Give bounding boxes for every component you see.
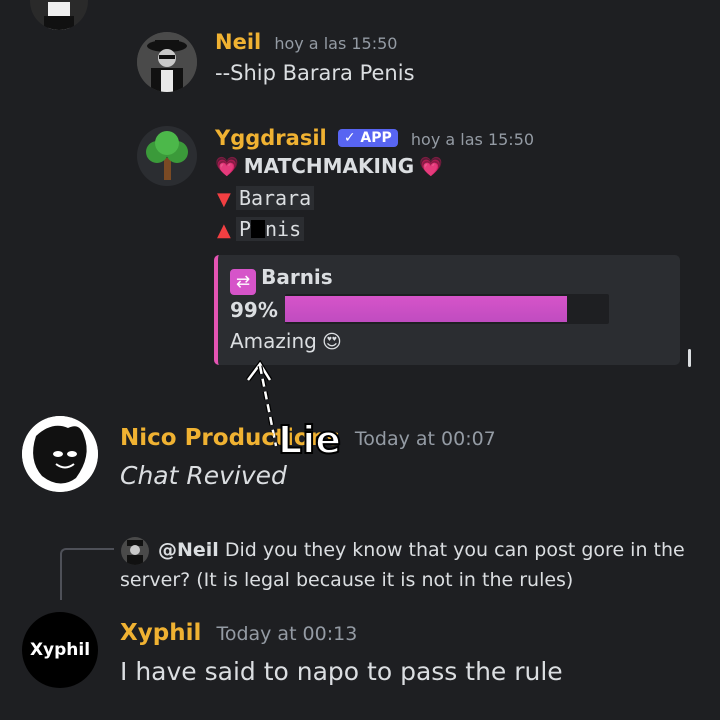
reply-mention[interactable]: @Neil	[158, 539, 219, 561]
match-progress-fill	[285, 296, 568, 322]
ship-line-1: ▼ Barara	[217, 186, 315, 210]
ship-name-1: Barara	[235, 186, 315, 210]
neil-avatar[interactable]	[137, 32, 197, 92]
avatar-figure-icon	[44, 2, 74, 30]
xyphil-avatar[interactable]: Xyphil	[22, 612, 98, 688]
embed-title-row: ⇄ Barnis	[230, 265, 333, 295]
match-verdict: Amazing	[230, 329, 317, 353]
xyphil-username[interactable]: Xyphil	[120, 620, 201, 646]
neil-message-text: --Ship Barara Penis	[215, 61, 415, 85]
shuffle-icon: ⇄	[230, 269, 256, 295]
nico-message-text: Chat Revived	[120, 461, 287, 490]
neil-avatar-icon	[137, 32, 197, 92]
yggdrasil-timestamp: hoy a las 15:50	[410, 130, 535, 149]
match-percent: 99%	[230, 298, 278, 322]
xyphil-avatar-label: Xyphil	[29, 640, 91, 660]
neil-timestamp: hoy a las 15:50	[274, 34, 398, 53]
reply-preview-line-1[interactable]: @Neil Did you they know that you can pos…	[158, 539, 685, 561]
heart-icon: 💗	[215, 156, 239, 178]
previous-user-avatar[interactable]	[30, 0, 88, 30]
heart-eyes-icon: 😍	[321, 331, 342, 353]
reply-avatar-icon	[127, 540, 143, 565]
heart-icon: 💗	[419, 156, 443, 178]
xyphil-message-text: I have said to napo to pass the rule	[120, 657, 563, 686]
app-badge: ✓ APP	[337, 129, 398, 147]
yggdrasil-avatar[interactable]	[137, 126, 197, 186]
yggdrasil-username[interactable]: Yggdrasil	[215, 126, 327, 150]
xyphil-timestamp: Today at 00:13	[216, 623, 358, 645]
reply-text-2: server? (It is legal because it is not i…	[120, 569, 574, 591]
nico-timestamp: Today at 00:07	[354, 428, 496, 450]
reply-connector	[60, 548, 114, 600]
ship-name-2: Pnis	[235, 217, 305, 241]
redaction-block	[250, 220, 265, 238]
xyphil-header: Xyphil Today at 00:13	[120, 620, 357, 646]
yggdrasil-header: Yggdrasil ✓ APP hoy a las 15:50	[215, 126, 534, 150]
neil-username[interactable]: Neil	[215, 30, 261, 54]
match-embed: ⇄ Barnis 99% Amazing 😍	[214, 255, 680, 365]
nico-avatar[interactable]	[22, 416, 98, 492]
match-progress-bar	[285, 294, 609, 324]
scrollbar-thumb[interactable]	[688, 349, 691, 367]
annotation-lie-text: Lie	[277, 417, 342, 463]
reply-neil-avatar[interactable]	[121, 537, 149, 565]
nico-avatar-icon	[22, 416, 98, 492]
ship-line-2: ▲ Pnis	[217, 217, 305, 241]
embed-title: Barnis	[261, 265, 333, 289]
match-verdict-row: Amazing 😍	[230, 329, 342, 353]
reply-text-1: Did you they know that you can post gore…	[224, 539, 685, 561]
down-triangle-icon: ▼	[217, 189, 231, 210]
tree-icon	[146, 131, 188, 180]
matchmaking-title: MATCHMAKING	[243, 154, 415, 178]
matchmaking-title-row: 💗 MATCHMAKING 💗	[215, 154, 443, 178]
neil-header: Neil hoy a las 15:50	[215, 30, 397, 54]
up-triangle-icon: ▲	[217, 220, 231, 241]
